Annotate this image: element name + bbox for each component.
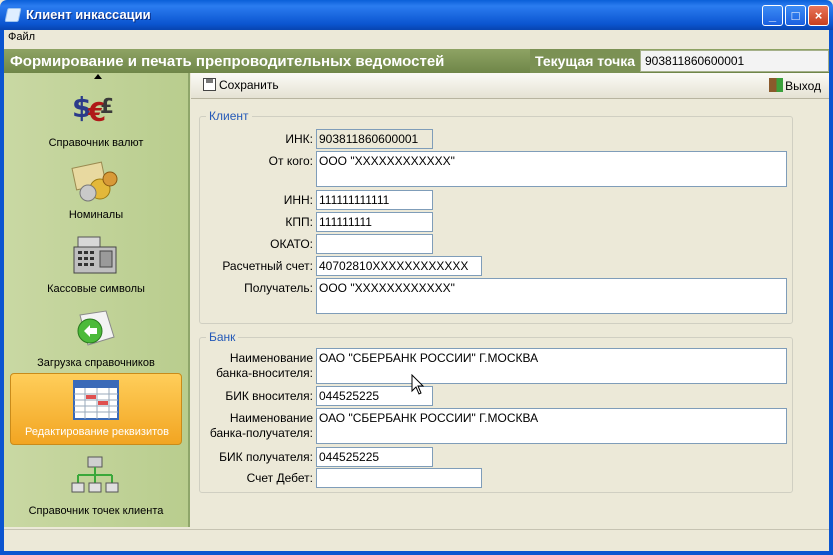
recipient-bank-field[interactable]: ОАО "СБЕРБАНК РОССИИ" Г.МОСКВА — [316, 408, 787, 444]
sidebar-item-currencies[interactable]: $ € £ Справочник валют — [10, 83, 182, 155]
current-point-field[interactable]: 903811860600001 — [640, 50, 829, 72]
sidebar-item-load-references[interactable]: Загрузка справочников — [10, 303, 182, 375]
download-icon — [77, 310, 115, 346]
current-point-label: Текущая точка — [530, 49, 640, 73]
sidebar-item-label: Кассовые символы — [47, 283, 145, 295]
minimize-button[interactable]: _ — [762, 5, 783, 26]
save-button[interactable]: Сохранить — [203, 78, 279, 92]
debit-account-field[interactable] — [316, 468, 482, 488]
recipient-bank-label: Наименование банка-получателя: — [209, 411, 313, 440]
client-group-title: Клиент — [206, 109, 252, 123]
sender-bank-label: Наименование банка-вносителя: — [216, 351, 313, 380]
okato-field[interactable] — [316, 234, 433, 254]
okato-label: ОКАТО: — [270, 237, 313, 251]
bank-group-title: Банк — [206, 330, 239, 344]
menu-bar: Файл — [0, 30, 833, 47]
debit-account-label: Счет Дебет: — [246, 471, 313, 485]
recipient-bik-field[interactable]: 044525225 — [316, 447, 433, 467]
sidebar-item-label: Редактирование реквизитов — [25, 426, 169, 438]
svg-text:£: £ — [100, 94, 114, 118]
account-label: Расчетный счет: — [222, 259, 313, 273]
title-bar: Клиент инкассации _ □ × — [0, 0, 833, 30]
sidebar-item-label: Номиналы — [68, 209, 124, 221]
header-band: Формирование и печать препроводительных … — [4, 49, 829, 73]
inn-field[interactable]: 111111111111 — [316, 190, 433, 210]
exit-button-label: Выход — [785, 79, 821, 93]
sender-bank-field[interactable]: ОАО "СБЕРБАНК РОССИИ" Г.МОСКВА — [316, 348, 787, 384]
inn-label: ИНН: — [283, 193, 313, 207]
exit-door-icon — [769, 78, 784, 92]
kpp-field[interactable]: 111111111 — [316, 212, 433, 232]
menu-file[interactable]: Файл — [8, 31, 35, 43]
recipient-field[interactable]: ООО "XXXXXXXXXXXX" — [316, 278, 787, 314]
save-button-label: Сохранить — [219, 78, 279, 92]
scroll-up-icon[interactable] — [94, 74, 102, 79]
sidebar-item-denominations[interactable]: Номиналы — [10, 155, 182, 227]
ink-label: ИНК: — [285, 132, 313, 146]
window-frame-right — [829, 47, 833, 555]
sidebar-item-label: Загрузка справочников — [37, 357, 155, 369]
window-frame-bottom — [0, 551, 833, 555]
from-field[interactable]: ООО "XXXXXXXXXXXX" — [316, 151, 787, 187]
ink-field[interactable]: 903811860600001 — [316, 129, 433, 149]
mouse-cursor-icon — [411, 374, 425, 395]
recipient-label: Получатель: — [244, 281, 313, 295]
floppy-disk-icon — [203, 78, 216, 91]
maximize-button[interactable]: □ — [785, 5, 806, 26]
toolbar: Сохранить Выход — [191, 73, 829, 99]
window-title: Клиент инкассации — [26, 7, 151, 22]
recipient-bik-label: БИК получателя: — [219, 450, 313, 464]
main-panel: Сохранить Выход Клиент ИНК: 903811860600… — [191, 73, 829, 527]
sidebar: $ € £ Справочник валют Номиналы Кассовые… — [4, 73, 190, 527]
sidebar-item-edit-details[interactable]: Редактирование реквизитов — [10, 373, 182, 445]
network-icon — [71, 456, 119, 493]
page-title: Формирование и печать препроводительных … — [10, 53, 445, 70]
sidebar-item-cash-symbols[interactable]: Кассовые символы — [10, 229, 182, 301]
kpp-label: КПП: — [285, 215, 313, 229]
account-field[interactable]: 40702810XXXXXXXXXXXX — [316, 256, 482, 276]
sidebar-item-label: Справочник точек клиента — [28, 505, 164, 517]
sidebar-item-client-points[interactable]: Справочник точек клиента — [10, 451, 182, 523]
table-icon — [73, 380, 119, 420]
from-label: От кого: — [268, 154, 313, 168]
status-bar — [4, 529, 829, 551]
coins-icon — [71, 161, 118, 202]
close-button[interactable]: × — [808, 5, 829, 26]
cash-register-icon — [73, 236, 117, 274]
sidebar-item-label: Справочник валют — [48, 137, 144, 149]
sender-bik-label: БИК вносителя: — [225, 389, 313, 403]
currency-icon: $ € £ — [72, 91, 114, 128]
exit-button[interactable]: Выход — [769, 78, 821, 93]
app-icon — [4, 8, 22, 22]
